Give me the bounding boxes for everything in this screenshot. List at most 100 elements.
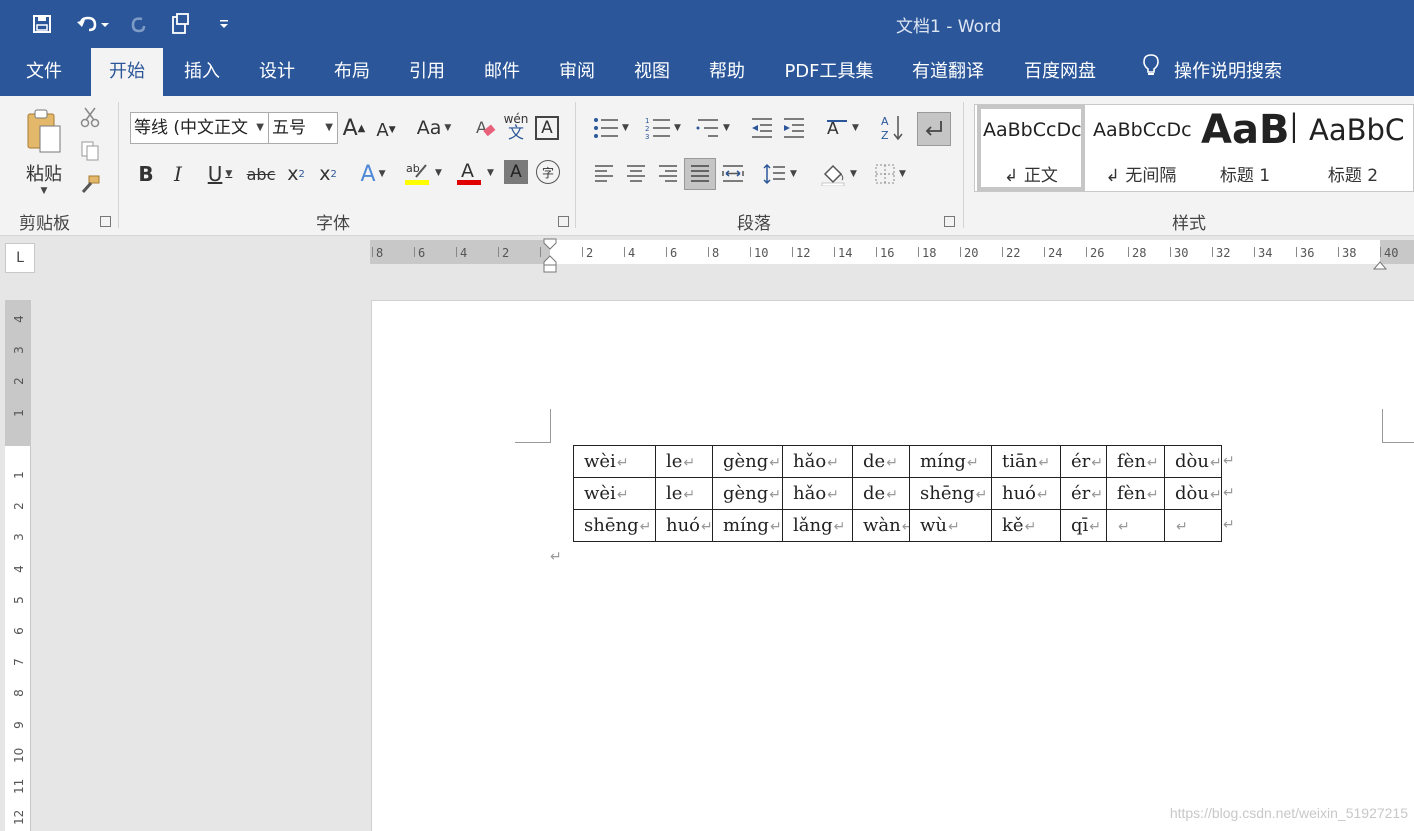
enclose-characters-icon[interactable]: 字 bbox=[536, 160, 560, 184]
tab-help[interactable]: 帮助 bbox=[695, 48, 759, 96]
shading-icon[interactable]: ▼ bbox=[816, 160, 862, 188]
bold-icon[interactable]: B bbox=[134, 160, 158, 188]
first-line-indent-marker[interactable] bbox=[543, 238, 557, 278]
table-cell[interactable]: dòu↵ bbox=[1164, 477, 1222, 510]
table-cell[interactable]: le↵ bbox=[655, 445, 713, 478]
table-cell[interactable]: ér↵ bbox=[1060, 445, 1107, 478]
tab-layout[interactable]: 布局 bbox=[320, 48, 384, 96]
table-cell[interactable]: huó↵ bbox=[655, 509, 713, 542]
table-cell[interactable]: de↵ bbox=[852, 445, 910, 478]
style-heading-2[interactable]: AaBbC 标题 2 bbox=[1303, 105, 1403, 191]
table-cell[interactable]: ↵ bbox=[1164, 509, 1222, 542]
table-cell[interactable]: qī↵ bbox=[1060, 509, 1107, 542]
numbering-icon[interactable]: 1 2 3 ▼ bbox=[640, 114, 686, 142]
table-cell[interactable]: ér↵ bbox=[1060, 477, 1107, 510]
table-cell[interactable]: lǎng↵ bbox=[782, 509, 853, 542]
format-painter-icon[interactable] bbox=[78, 172, 102, 198]
table-cell[interactable]: dòu↵ bbox=[1164, 445, 1222, 478]
table-cell[interactable]: fèn↵ bbox=[1106, 445, 1165, 478]
underline-icon[interactable]: U ▼ bbox=[198, 160, 242, 188]
paragraph-launcher[interactable] bbox=[944, 216, 955, 227]
tab-baidu-netdisk[interactable]: 百度网盘 bbox=[1012, 48, 1108, 96]
table-cell[interactable]: hǎo↵ bbox=[782, 477, 853, 510]
table-cell[interactable]: kě↵ bbox=[991, 509, 1061, 542]
multilevel-list-icon[interactable]: ▼ bbox=[692, 114, 734, 142]
align-center-icon[interactable] bbox=[622, 160, 650, 188]
touch-mode-icon[interactable] bbox=[165, 8, 197, 40]
table-cell[interactable]: wèi↵ bbox=[573, 445, 656, 478]
pinyin-table[interactable]: wèi↵ le↵ gèng↵ hǎo↵ de↵ míng↵ tiān↵ ér↵ fèn↵ dòu↵… bbox=[573, 445, 1222, 542]
table-cell[interactable]: shēng↵ bbox=[909, 477, 992, 510]
tab-home[interactable]: 开始 bbox=[91, 48, 163, 96]
style-heading-1[interactable]: AaBl 标题 1 bbox=[1195, 105, 1295, 191]
tab-insert[interactable]: 插入 bbox=[170, 48, 234, 96]
tab-review[interactable]: 审阅 bbox=[545, 48, 609, 96]
table-cell[interactable]: wù↵ bbox=[909, 509, 992, 542]
redo-icon[interactable] bbox=[122, 8, 154, 40]
increase-indent-icon[interactable] bbox=[780, 114, 808, 142]
clipboard-launcher[interactable] bbox=[100, 216, 111, 227]
table-cell[interactable]: tiān↵ bbox=[991, 445, 1061, 478]
bullets-icon[interactable]: ▼ bbox=[588, 114, 634, 142]
tab-references[interactable]: 引用 bbox=[395, 48, 459, 96]
table-cell[interactable]: fèn↵ bbox=[1106, 477, 1165, 510]
align-right-icon[interactable] bbox=[654, 160, 682, 188]
table-cell[interactable]: hǎo↵ bbox=[782, 445, 853, 478]
tab-youdao-translate[interactable]: 有道翻译 bbox=[900, 48, 996, 96]
tab-view[interactable]: 视图 bbox=[620, 48, 684, 96]
paste-button[interactable]: 粘贴 ▼ bbox=[18, 102, 70, 202]
character-border-icon[interactable]: A bbox=[535, 116, 559, 140]
change-case-button[interactable]: Aa ▼ bbox=[412, 114, 456, 142]
tab-mailings[interactable]: 邮件 bbox=[470, 48, 534, 96]
font-size-combo[interactable]: 五号 ▼ bbox=[268, 112, 338, 144]
table-cell[interactable]: gèng↵ bbox=[712, 445, 783, 478]
table-cell[interactable]: míng↵ bbox=[909, 445, 992, 478]
paste-dropdown-arrow[interactable]: ▼ bbox=[41, 186, 48, 196]
show-hide-marks-icon[interactable] bbox=[917, 112, 951, 146]
font-launcher[interactable] bbox=[558, 216, 569, 227]
table-cell[interactable]: gèng↵ bbox=[712, 477, 783, 510]
style-normal[interactable]: AaBbCcDc ↲ 正文 bbox=[977, 105, 1085, 191]
italic-icon[interactable]: I bbox=[166, 160, 190, 188]
font-color-icon[interactable]: A ▼ bbox=[452, 158, 498, 188]
superscript-icon[interactable]: x2 bbox=[315, 160, 341, 188]
customize-qat-icon[interactable] bbox=[210, 8, 238, 40]
table-cell[interactable]: wèi↵ bbox=[573, 477, 656, 510]
phonetic-guide-icon[interactable]: wén 文 bbox=[503, 110, 529, 144]
table-cell[interactable]: wàn↵ bbox=[852, 509, 910, 542]
text-effects-icon[interactable]: A ▼ bbox=[352, 160, 394, 188]
copy-icon[interactable] bbox=[78, 138, 102, 164]
align-left-icon[interactable] bbox=[590, 160, 618, 188]
horizontal-ruler[interactable]: 8 6 4 2 2 4 6 8 10 12 14 16 18 20 22 24 26 28 30 32 34 36 38 40 bbox=[370, 238, 1414, 273]
sort-icon[interactable]: AZ bbox=[878, 112, 908, 144]
table-cell[interactable]: le↵ bbox=[655, 477, 713, 510]
tab-design[interactable]: 设计 bbox=[245, 48, 309, 96]
decrease-indent-icon[interactable] bbox=[748, 114, 776, 142]
table-cell[interactable]: míng↵ bbox=[712, 509, 783, 542]
style-no-spacing[interactable]: AaBbCcDc ↲ 无间隔 bbox=[1087, 105, 1195, 191]
borders-icon[interactable]: ▼ bbox=[868, 160, 912, 188]
table-cell[interactable]: huó↵ bbox=[991, 477, 1061, 510]
cut-icon[interactable] bbox=[78, 104, 102, 130]
table-cell[interactable]: ↵ bbox=[1106, 509, 1165, 542]
tell-me-search[interactable]: 操作说明搜索 bbox=[1134, 48, 1290, 96]
tab-stop-selector[interactable]: L bbox=[5, 243, 35, 273]
chinese-layout-icon[interactable]: A ▼ bbox=[820, 114, 864, 142]
undo-icon[interactable] bbox=[70, 8, 114, 40]
clear-formatting-icon[interactable]: A bbox=[472, 114, 498, 142]
character-shading-icon[interactable]: A bbox=[504, 160, 528, 184]
vertical-ruler[interactable]: 4 3 2 1 1 2 3 4 5 6 7 8 9 10 11 12 bbox=[5, 300, 31, 831]
font-name-combo[interactable]: 等线 (中文正文 ▼ bbox=[130, 112, 269, 144]
distributed-icon[interactable] bbox=[719, 160, 747, 188]
justify-icon[interactable] bbox=[684, 158, 716, 190]
highlight-color-icon[interactable]: ab ▼ bbox=[400, 158, 446, 188]
subscript-icon[interactable]: x2 bbox=[283, 160, 309, 188]
table-cell[interactable]: shēng↵ bbox=[573, 509, 656, 542]
grow-font-icon[interactable]: A ▲ bbox=[342, 114, 366, 142]
tab-pdf-tools[interactable]: PDF工具集 bbox=[772, 48, 886, 96]
document-page[interactable]: wèi↵ le↵ gèng↵ hǎo↵ de↵ míng↵ tiān↵ ér↵ fèn↵ dòu↵… bbox=[371, 300, 1414, 831]
save-icon[interactable] bbox=[26, 8, 58, 40]
shrink-font-icon[interactable]: A ▼ bbox=[374, 118, 398, 142]
line-spacing-icon[interactable]: ▼ bbox=[758, 160, 802, 188]
strikethrough-icon[interactable]: abc bbox=[247, 160, 276, 188]
